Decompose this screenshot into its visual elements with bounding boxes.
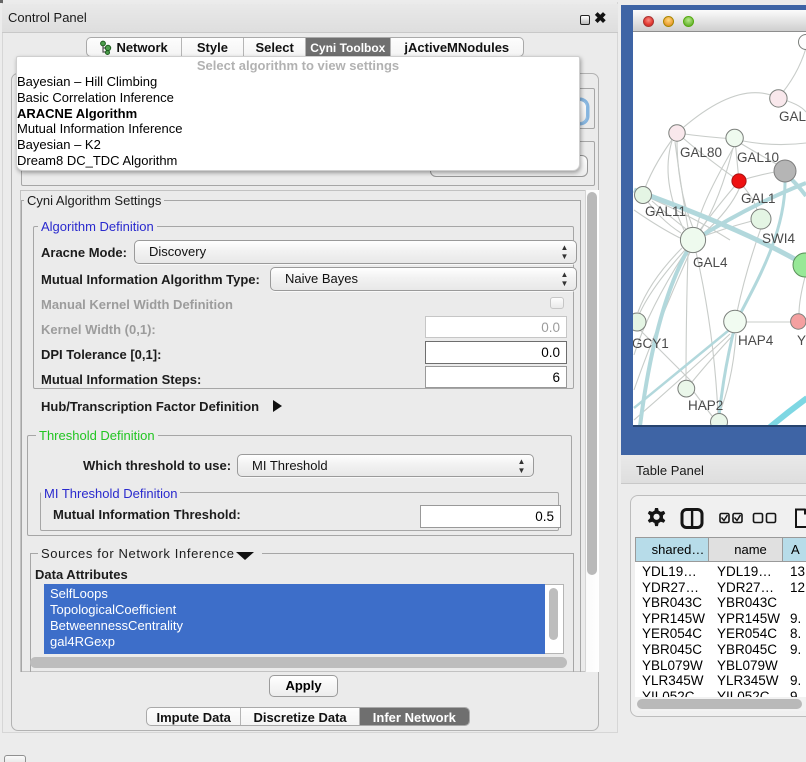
svg-text:HAP4: HAP4 xyxy=(738,333,774,348)
svg-text:Y: Y xyxy=(797,333,806,348)
svg-text:GAL1: GAL1 xyxy=(741,191,776,206)
svg-text:SWI4: SWI4 xyxy=(762,231,795,246)
svg-text:GAL2: GAL2 xyxy=(779,109,806,124)
svg-text:GAL80: GAL80 xyxy=(680,145,722,160)
svg-text:GCY1: GCY1 xyxy=(633,336,669,351)
svg-text:GAL10: GAL10 xyxy=(737,150,779,165)
svg-text:GAL4: GAL4 xyxy=(693,255,728,270)
svg-text:GAL11: GAL11 xyxy=(645,204,686,219)
svg-text:HAP2: HAP2 xyxy=(688,398,723,413)
